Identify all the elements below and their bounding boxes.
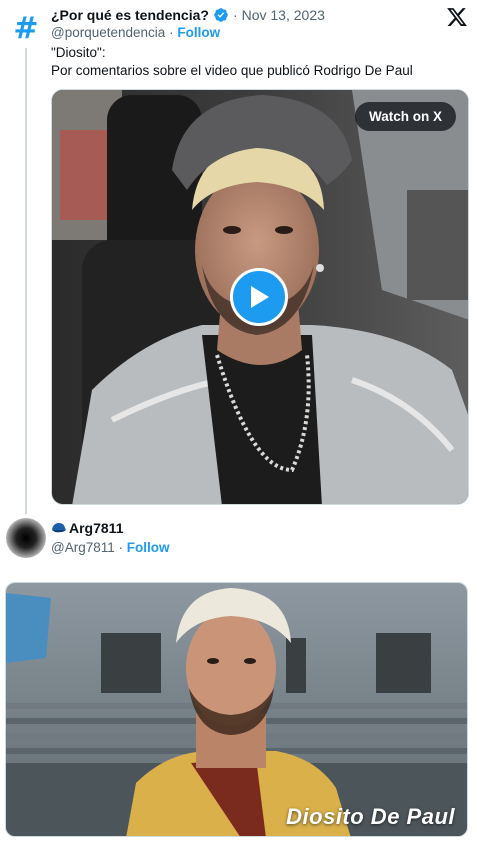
tweet-handle-row: @porquetendencia · Follow (51, 25, 220, 40)
video-caption: Diosito De Paul (286, 804, 455, 829)
watch-on-x-button[interactable]: Watch on X (355, 102, 456, 131)
tweet-text: "Diosito": Por comentarios sobre el vide… (51, 45, 413, 78)
reply-author-name[interactable]: Arg7811 (69, 520, 123, 536)
tweet-date[interactable]: Nov 13, 2023 (242, 7, 325, 23)
follow-button[interactable]: Follow (177, 25, 220, 40)
author-handle[interactable]: @porquetendencia (51, 25, 165, 40)
reply-video-thumbnail-image (6, 583, 467, 836)
hashtag-avatar-icon[interactable]: # (10, 11, 42, 46)
reply-author-row: Arg7811 (51, 520, 123, 536)
reply-handle-separator: · (118, 540, 124, 555)
handle-separator: · (169, 25, 174, 40)
play-button[interactable] (230, 268, 288, 326)
reply-author-handle[interactable]: @Arg7811 (51, 540, 115, 555)
separator-dot: · (232, 7, 238, 23)
tweet-video-player[interactable]: Watch on X (51, 89, 469, 505)
thread-connector-line (25, 48, 27, 514)
reply-video-player[interactable]: Diosito De Paul (5, 582, 468, 837)
reply-follow-button[interactable]: Follow (127, 540, 170, 555)
reply-handle-row: @Arg7811 · Follow (51, 540, 170, 555)
play-icon (251, 286, 269, 308)
verified-badge-icon (214, 8, 228, 22)
author-name[interactable]: ¿Por qué es tendencia? (51, 7, 209, 23)
cap-icon (52, 523, 66, 533)
tweet-author-row: ¿Por qué es tendencia? · Nov 13, 2023 (51, 6, 325, 24)
x-logo-icon[interactable] (446, 6, 468, 28)
avatar[interactable] (6, 518, 46, 558)
